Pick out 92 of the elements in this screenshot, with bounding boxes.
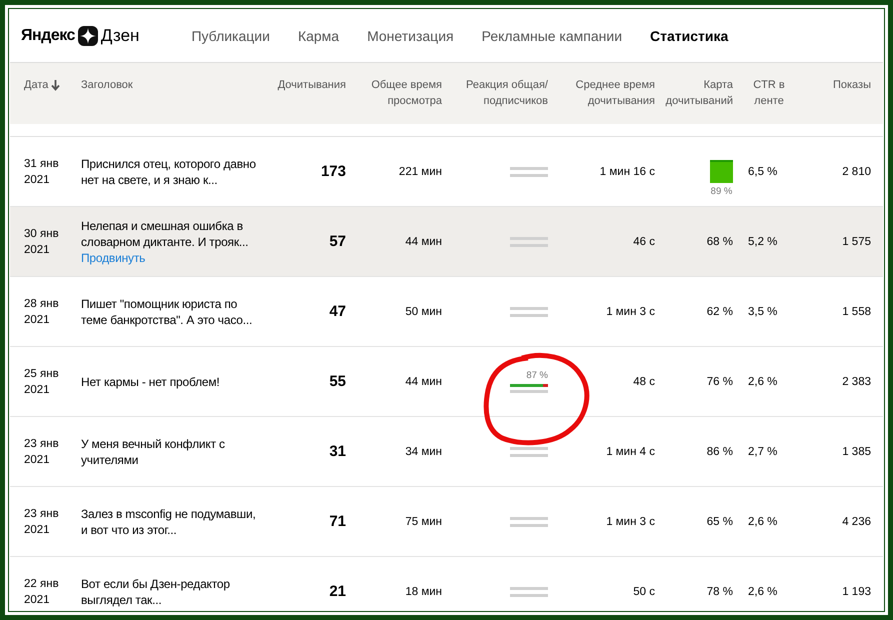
column-header[interactable]: Дочитывания bbox=[278, 77, 346, 93]
average-time: 50 с bbox=[633, 586, 655, 598]
impressions-count: 1 558 bbox=[842, 306, 871, 318]
column-header[interactable]: Реакция общая/ подписчиков bbox=[442, 77, 548, 109]
ctr-value: 3,5 % bbox=[747, 306, 778, 318]
read-map-value: 68 % bbox=[706, 236, 733, 248]
nav-tab[interactable]: Карма bbox=[298, 28, 340, 44]
read-map-value: 76 % bbox=[706, 376, 733, 388]
impressions-count: 1 575 bbox=[842, 236, 871, 248]
date-year: 2021 bbox=[24, 522, 51, 538]
article-title[interactable]: У меня вечный конфликт с учителями bbox=[81, 436, 262, 468]
reaction-percent: 87 % bbox=[526, 370, 548, 381]
date-year: 2021 bbox=[24, 312, 51, 328]
date-day: 23 янв bbox=[24, 506, 81, 522]
read-map-value: 78 % bbox=[706, 586, 733, 598]
nav-tab[interactable]: Публикации bbox=[191, 28, 270, 44]
date-year: 2021 bbox=[24, 172, 51, 188]
empty-reaction-bars bbox=[510, 236, 548, 246]
total-time: 75 мин bbox=[405, 516, 442, 528]
ctr-value: 2,6 % bbox=[747, 586, 778, 598]
average-time: 46 с bbox=[633, 236, 655, 248]
nav-tab[interactable]: Статистика bbox=[650, 28, 728, 44]
average-time: 1 мин 4 с bbox=[606, 446, 655, 458]
read-map-percent: 89 % bbox=[710, 186, 732, 197]
read-map-value: 65 % bbox=[706, 516, 733, 528]
impressions-count: 1 193 bbox=[842, 586, 871, 598]
column-header[interactable]: Дата bbox=[24, 77, 48, 93]
reads-count: 71 bbox=[329, 513, 346, 530]
logo-brand[interactable]: Яндекс bbox=[21, 27, 75, 45]
date-day: 22 янв bbox=[24, 576, 81, 592]
nav-tab[interactable]: Монетизация bbox=[367, 28, 454, 44]
promote-link[interactable]: Продвинуть bbox=[81, 250, 262, 266]
impressions-count: 1 385 bbox=[842, 446, 871, 458]
date-year: 2021 bbox=[24, 452, 51, 468]
article-title[interactable]: Приснился отец, которого давно нет на свете, и я знаю к... bbox=[81, 156, 262, 188]
column-header[interactable]: Заголовок bbox=[81, 77, 133, 93]
article-title[interactable]: Пишет "помощник юриста по теме банкротства". А это часо... bbox=[81, 296, 262, 328]
sort-arrow-icon[interactable] bbox=[51, 80, 60, 91]
total-time: 44 мин bbox=[405, 236, 442, 248]
reads-count: 21 bbox=[329, 583, 346, 600]
logo-icon[interactable] bbox=[78, 26, 98, 46]
subscriber-bar bbox=[510, 390, 548, 393]
date-day: 30 янв bbox=[24, 226, 81, 242]
impressions-count: 2 810 bbox=[842, 166, 871, 178]
total-time: 50 мин bbox=[405, 306, 442, 318]
column-header[interactable]: Общее время просмотра bbox=[346, 77, 442, 109]
reads-count: 47 bbox=[329, 303, 346, 320]
column-header[interactable]: Показы bbox=[832, 77, 871, 93]
impressions-count: 2 383 bbox=[842, 376, 871, 388]
nav-tab[interactable]: Рекламные кампании bbox=[482, 28, 622, 44]
average-time: 1 мин 3 с bbox=[606, 306, 655, 318]
ctr-value: 2,6 % bbox=[747, 516, 778, 528]
empty-reaction-bars bbox=[510, 516, 548, 526]
date-day: 28 янв bbox=[24, 296, 81, 312]
date-day: 31 янв bbox=[24, 156, 81, 172]
date-day: 23 янв bbox=[24, 436, 81, 452]
date-year: 2021 bbox=[24, 382, 51, 398]
ctr-value: 2,6 % bbox=[747, 376, 778, 388]
empty-reaction-bars bbox=[510, 166, 548, 176]
date-day: 25 янв bbox=[24, 366, 81, 382]
article-title[interactable]: Вот если бы Дзен-редактор выглядел так... bbox=[81, 576, 262, 608]
empty-reaction-bars bbox=[510, 306, 548, 316]
ctr-value: 2,7 % bbox=[747, 446, 778, 458]
total-time: 44 мин bbox=[405, 376, 442, 388]
empty-reaction-bars bbox=[510, 586, 548, 596]
article-title[interactable]: Залез в msconfig не подумавши, и вот что из этог... bbox=[81, 506, 262, 538]
total-time: 34 мин bbox=[405, 446, 442, 458]
column-header[interactable]: Карта дочитываний bbox=[655, 77, 733, 109]
date-year: 2021 bbox=[24, 242, 51, 258]
ctr-value: 5,2 % bbox=[747, 236, 778, 248]
read-map-value: 62 % bbox=[706, 306, 733, 318]
reads-count: 55 bbox=[329, 373, 346, 390]
read-map-thumbnail[interactable] bbox=[710, 160, 733, 183]
average-time: 48 с bbox=[633, 376, 655, 388]
reads-count: 31 bbox=[329, 443, 346, 460]
read-map-value: 86 % bbox=[706, 446, 733, 458]
column-header[interactable]: CTR в ленте bbox=[748, 77, 790, 109]
reads-count: 173 bbox=[320, 163, 346, 180]
article-title[interactable]: Нет кармы - нет проблем! bbox=[81, 374, 262, 390]
date-year: 2021 bbox=[24, 592, 51, 608]
article-title[interactable]: Нелепая и смешная ошибка в словарном диктанте. И трояк... bbox=[81, 218, 262, 250]
ctr-value: 6,5 % bbox=[747, 166, 778, 178]
table-row[interactable]: 30 янв 2021 Нелепая и смешная ошибка в словарном диктанте. И трояк... Продвинуть 57 44 мин 46 с 68 % 5,2 % 1 575 bbox=[10, 207, 883, 277]
logo-product[interactable]: Дзен bbox=[100, 26, 140, 46]
total-time: 18 мин bbox=[405, 586, 442, 598]
reads-count: 57 bbox=[329, 233, 346, 250]
column-header[interactable]: Среднее время дочитывания bbox=[548, 77, 655, 109]
empty-reaction-bars bbox=[510, 446, 548, 456]
impressions-count: 4 236 bbox=[842, 516, 871, 528]
average-time: 1 мин 3 с bbox=[606, 516, 655, 528]
total-time: 221 мин bbox=[398, 166, 442, 178]
average-time: 1 мин 16 с bbox=[600, 166, 655, 178]
